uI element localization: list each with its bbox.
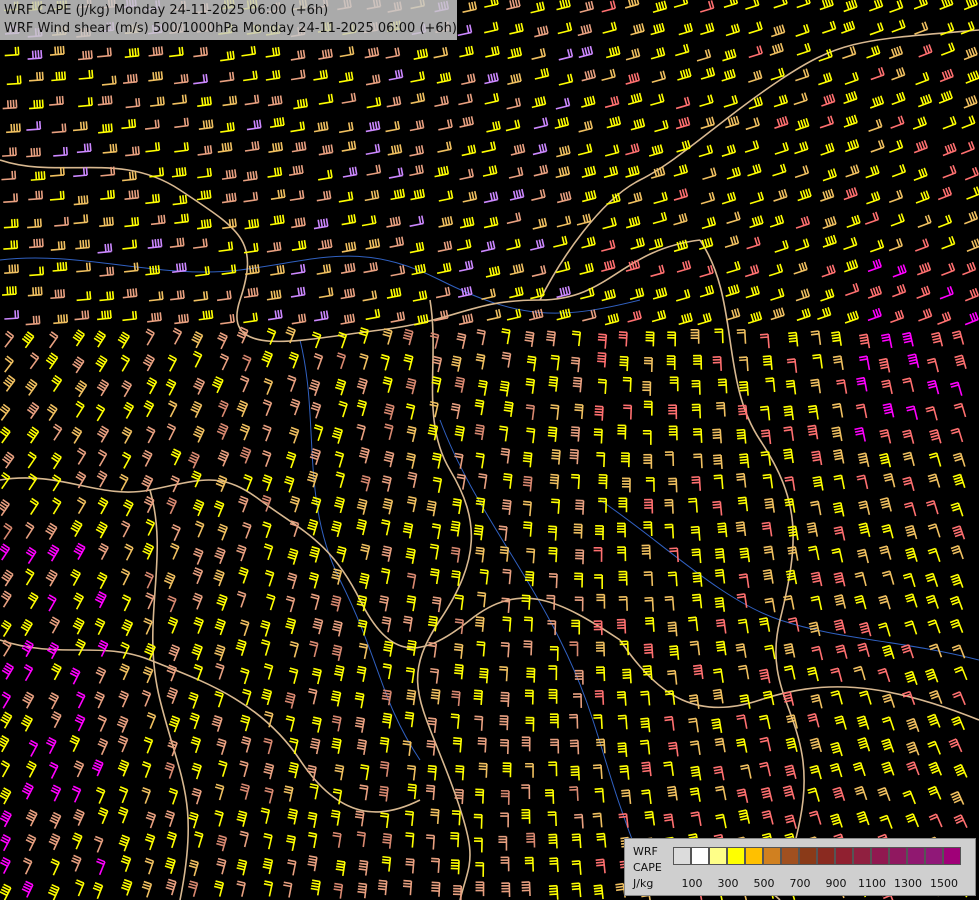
- legend-swatch: [853, 847, 871, 865]
- legend-tick-label: 1100: [858, 877, 886, 890]
- legend-tick-label: 1300: [894, 877, 922, 890]
- legend-swatch: [745, 847, 763, 865]
- cape-legend: WRF CAPE J/kg 100 300 500 700 900 1100 1300 150…: [624, 838, 976, 896]
- map-title-cape: WRF CAPE (J/kg) Monday 24-11-2025 06:00 …: [4, 3, 329, 18]
- legend-swatch: [763, 847, 781, 865]
- legend-tick-label: 500: [753, 877, 775, 890]
- legend-tick-label: 100: [681, 877, 703, 890]
- legend-title-cape: CAPE: [633, 861, 662, 874]
- legend-swatch: [691, 847, 709, 865]
- legend-swatch: [781, 847, 799, 865]
- legend-tick-label: 700: [789, 877, 811, 890]
- legend-unit: J/kg: [633, 877, 654, 890]
- legend-tick-label: 1500: [930, 877, 958, 890]
- legend-title-wrf: WRF: [633, 845, 658, 858]
- legend-swatch: [889, 847, 907, 865]
- legend-tick-label: 900: [825, 877, 847, 890]
- legend-swatch: [673, 847, 691, 865]
- legend-swatch: [943, 847, 961, 865]
- legend-swatch: [799, 847, 817, 865]
- legend-tick-label: 300: [717, 877, 739, 890]
- legend-swatch: [709, 847, 727, 865]
- map-title-shear: WRF Wind shear (m/s) 500/1000hPa Monday …: [4, 21, 457, 36]
- legend-swatch: [817, 847, 835, 865]
- map-title-box: WRF CAPE (J/kg) Monday 24-11-2025 06:00 …: [0, 0, 457, 40]
- legend-swatch: [925, 847, 943, 865]
- legend-swatch: [907, 847, 925, 865]
- legend-swatch: [727, 847, 745, 865]
- legend-swatch: [871, 847, 889, 865]
- legend-swatch: [835, 847, 853, 865]
- weather-map: [0, 0, 979, 900]
